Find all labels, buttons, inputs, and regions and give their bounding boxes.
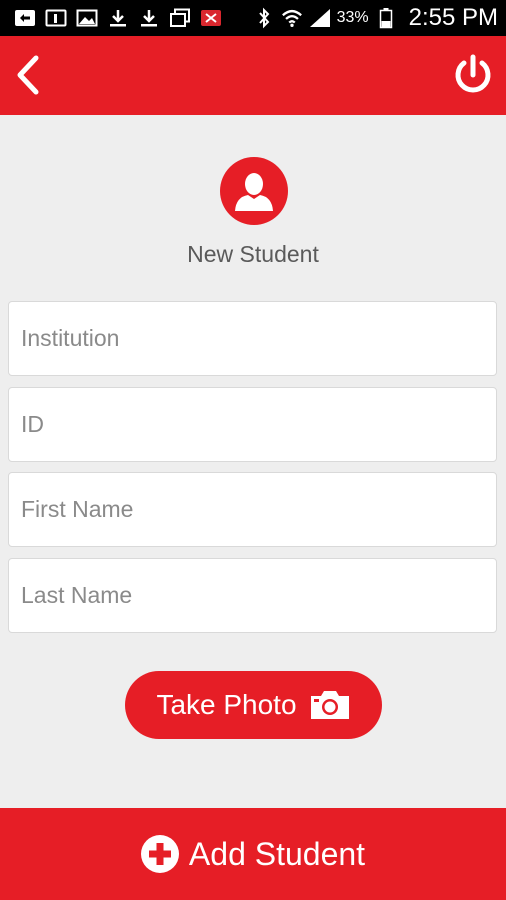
last-name-input[interactable] (9, 559, 496, 632)
image-icon (76, 8, 98, 28)
student-avatar (220, 157, 288, 225)
plus-circle-icon (140, 835, 179, 873)
last-name-field-container (8, 558, 497, 633)
id-field-container (8, 387, 497, 462)
message-icon (14, 8, 36, 28)
download-icon (138, 8, 160, 28)
battery-icon (375, 8, 397, 29)
wifi-icon (281, 8, 303, 28)
id-input[interactable] (9, 388, 496, 461)
chevron-left-icon (17, 55, 39, 95)
person-icon (235, 173, 273, 211)
first-name-field-container (8, 472, 497, 547)
signal-icon (309, 8, 331, 28)
system-status: 33% 2:55 PM (253, 0, 498, 36)
copy-icon (169, 8, 191, 28)
status-bar: 33% 2:55 PM (0, 0, 506, 36)
add-student-button[interactable]: Add Student (0, 808, 506, 900)
camera-icon (310, 691, 349, 719)
page-title: New Student (187, 241, 319, 267)
first-name-input[interactable] (9, 473, 496, 546)
institution-input[interactable] (9, 302, 496, 375)
app-bar (0, 36, 506, 115)
bluetooth-icon (253, 7, 275, 29)
institution-field-container (8, 301, 497, 376)
logout-button[interactable] (450, 52, 496, 98)
notification-icons (14, 6, 222, 30)
battery-percent: 33% (336, 9, 369, 26)
take-photo-button[interactable]: Take Photo (125, 671, 382, 739)
clock: 2:55 PM (408, 4, 498, 31)
power-icon (455, 54, 491, 93)
app-notification-icon (200, 8, 222, 28)
add-student-label: Add Student (188, 835, 366, 872)
back-button[interactable] (8, 52, 48, 98)
calendar-icon (45, 8, 67, 28)
take-photo-label: Take Photo (156, 689, 297, 720)
download-icon (107, 8, 129, 28)
